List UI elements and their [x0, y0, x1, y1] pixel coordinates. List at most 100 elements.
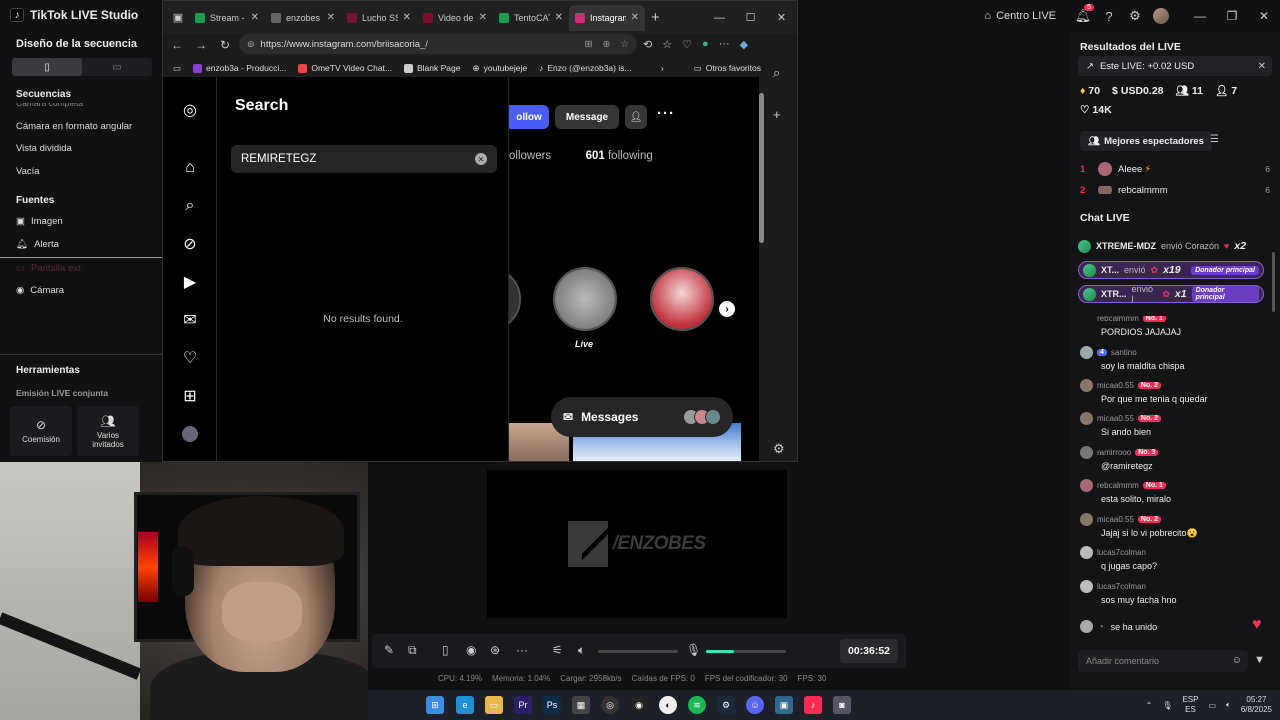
health-icon[interactable]: ♡: [682, 38, 692, 51]
heart-icon[interactable]: ♡: [179, 347, 201, 369]
chevron-right-icon[interactable]: ›: [661, 63, 664, 73]
tab-4[interactable]: TentoCAT ✕: [493, 5, 569, 31]
home-icon[interactable]: ⌂: [179, 157, 201, 179]
source-item-camera[interactable]: ◉ Cámara: [16, 285, 64, 296]
ranking-row[interactable]: 1 Aleee ⚡︎ 6: [1080, 162, 1270, 176]
steam-icon[interactable]: ⚙: [717, 696, 735, 714]
network-icon[interactable]: ▭: [1208, 701, 1216, 710]
apps-icon[interactable]: ⊞: [585, 39, 593, 50]
back-icon[interactable]: ←: [169, 38, 185, 52]
refresh-icon[interactable]: ↻: [217, 38, 233, 52]
tab-1[interactable]: enzobes ✕: [265, 5, 341, 31]
spotify-icon[interactable]: ≋: [688, 696, 706, 714]
notifications-button[interactable]: 🔔︎ 5: [1070, 3, 1096, 29]
copilot-icon[interactable]: ◆: [740, 38, 748, 51]
chat-user[interactable]: micaa0.55: [1097, 414, 1134, 423]
calculator-icon[interactable]: ▦: [572, 696, 590, 714]
maximize-button[interactable]: ☐: [735, 1, 766, 34]
chat-user[interactable]: rebcalmmm: [1097, 316, 1139, 323]
filter-icon[interactable]: ▼: [1254, 654, 1265, 666]
add-icon[interactable]: +: [773, 107, 781, 122]
bookmark-4[interactable]: ♪ Enzo (@enzob3a) is...: [539, 63, 631, 73]
app-icon[interactable]: ◐: [659, 696, 677, 714]
photoshop-icon[interactable]: Ps: [543, 696, 561, 714]
ranking-row[interactable]: 2 rebcalmmm 6: [1080, 186, 1270, 194]
zoom-icon[interactable]: ⊕: [603, 39, 611, 50]
reels-icon[interactable]: ▶: [179, 271, 201, 293]
close-button[interactable]: ✕: [766, 1, 797, 34]
more-options-button[interactable]: ···: [657, 105, 675, 122]
tab-0[interactable]: Stream - K ✕: [189, 5, 265, 31]
create-icon[interactable]: ⊞: [179, 385, 201, 407]
chat-scrollbar[interactable]: [1272, 252, 1275, 312]
layout-icon[interactable]: ⧉: [408, 643, 417, 658]
followers-label[interactable]: ollowers: [509, 150, 551, 162]
tab-actions-icon[interactable]: ▣: [167, 11, 189, 24]
sequence-item-1[interactable]: Cámara en formato angular: [16, 121, 132, 132]
mic-volume-slider[interactable]: [706, 650, 786, 653]
chat-user[interactable]: ramirrooo: [1097, 448, 1131, 457]
new-tab-button[interactable]: +: [651, 9, 660, 26]
emoji-icon[interactable]: ☺: [1232, 655, 1242, 666]
instagram-logo-icon[interactable]: ◎: [179, 99, 201, 121]
chat-user[interactable]: micaa0.55: [1097, 381, 1134, 390]
chevron-up-icon[interactable]: ⌃: [1146, 701, 1153, 710]
premiere-icon[interactable]: Pr: [514, 696, 532, 714]
tab-3[interactable]: Video del ✕: [417, 5, 493, 31]
forward-icon[interactable]: →: [193, 38, 209, 52]
mic-icon[interactable]: 🎙︎: [686, 643, 701, 657]
clock[interactable]: 05:27 6/8/2025: [1241, 695, 1272, 715]
clear-icon[interactable]: ✕: [475, 153, 487, 165]
language-indicator[interactable]: ESP ES: [1182, 695, 1198, 715]
extensions-icon[interactable]: ⟲: [643, 38, 652, 51]
chat-user[interactable]: lucas7colman: [1097, 582, 1146, 591]
bookmark-1[interactable]: OmeTV Video Chat...: [298, 63, 392, 73]
comment-input[interactable]: Añadir comentario ☺: [1078, 650, 1248, 672]
speaker-volume-slider[interactable]: [598, 650, 678, 653]
message-button[interactable]: Message: [555, 105, 619, 129]
sequence-item-2[interactable]: Vista dividida: [16, 143, 72, 154]
following-count[interactable]: 601: [586, 150, 605, 162]
scrollbar[interactable]: [759, 77, 765, 461]
app-icon[interactable]: ◎: [601, 696, 619, 714]
chat-user[interactable]: lucas7colman: [1097, 548, 1146, 557]
close-icon[interactable]: ✕: [479, 12, 487, 23]
bookmark-3[interactable]: ⊕ youtubejeje: [472, 63, 527, 74]
centro-live-button[interactable]: ⌂ Centro LIVE: [984, 10, 1056, 22]
sequence-item-3[interactable]: Vacía: [16, 166, 40, 177]
discord-icon[interactable]: ☺: [746, 696, 764, 714]
tiktok-icon[interactable]: ♪: [804, 696, 822, 714]
edge-icon[interactable]: e: [456, 696, 474, 714]
story-highlight[interactable]: [509, 267, 521, 331]
app-icon[interactable]: ▣: [775, 696, 793, 714]
speaker-icon[interactable]: 🔈︎: [578, 643, 585, 658]
magic-wand-icon[interactable]: ✎: [384, 643, 394, 657]
settings-button[interactable]: ⚙: [1122, 3, 1148, 29]
multi-guest-button[interactable]: 👥︎ Varios invitados: [77, 406, 139, 456]
search-icon[interactable]: ⌕: [179, 195, 201, 217]
profile-button[interactable]: [1148, 3, 1174, 29]
address-bar[interactable]: ⊜ https://www.instagram.com/briisacoria_…: [239, 34, 637, 54]
chat-user[interactable]: micaa0.55: [1097, 515, 1134, 524]
close-icon[interactable]: ✕: [1258, 61, 1266, 72]
messages-bar[interactable]: ✉ Messages: [551, 397, 733, 437]
more-icon[interactable]: ···: [516, 643, 528, 657]
list-icon[interactable]: ☰: [1210, 134, 1219, 145]
story-highlight[interactable]: [553, 267, 617, 331]
chevron-right-icon[interactable]: ›: [719, 301, 735, 317]
close-icon[interactable]: ✕: [251, 12, 259, 23]
cohost-button[interactable]: ⊘ Coemisión: [10, 406, 72, 456]
best-viewers-tab[interactable]: 👥︎ Mejores espectadores: [1080, 131, 1212, 151]
add-user-button[interactable]: 👤︎: [625, 105, 647, 129]
close-button[interactable]: ✕: [1248, 0, 1280, 32]
landscape-toggle[interactable]: ▭: [82, 58, 152, 76]
help-button[interactable]: ?: [1096, 3, 1122, 29]
close-icon[interactable]: ✕: [555, 12, 563, 23]
obs-icon[interactable]: ◉: [630, 696, 648, 714]
other-favorites[interactable]: ▭ Otros favoritos: [694, 63, 761, 74]
mixer-icon[interactable]: ⚟: [552, 643, 563, 657]
site-info-icon[interactable]: ⊜: [247, 39, 255, 50]
source-item-alert[interactable]: 🔔︎ Alerta: [16, 239, 59, 250]
volume-icon[interactable]: 🔈︎: [1226, 700, 1231, 710]
effects-icon[interactable]: ⊛: [490, 643, 500, 657]
